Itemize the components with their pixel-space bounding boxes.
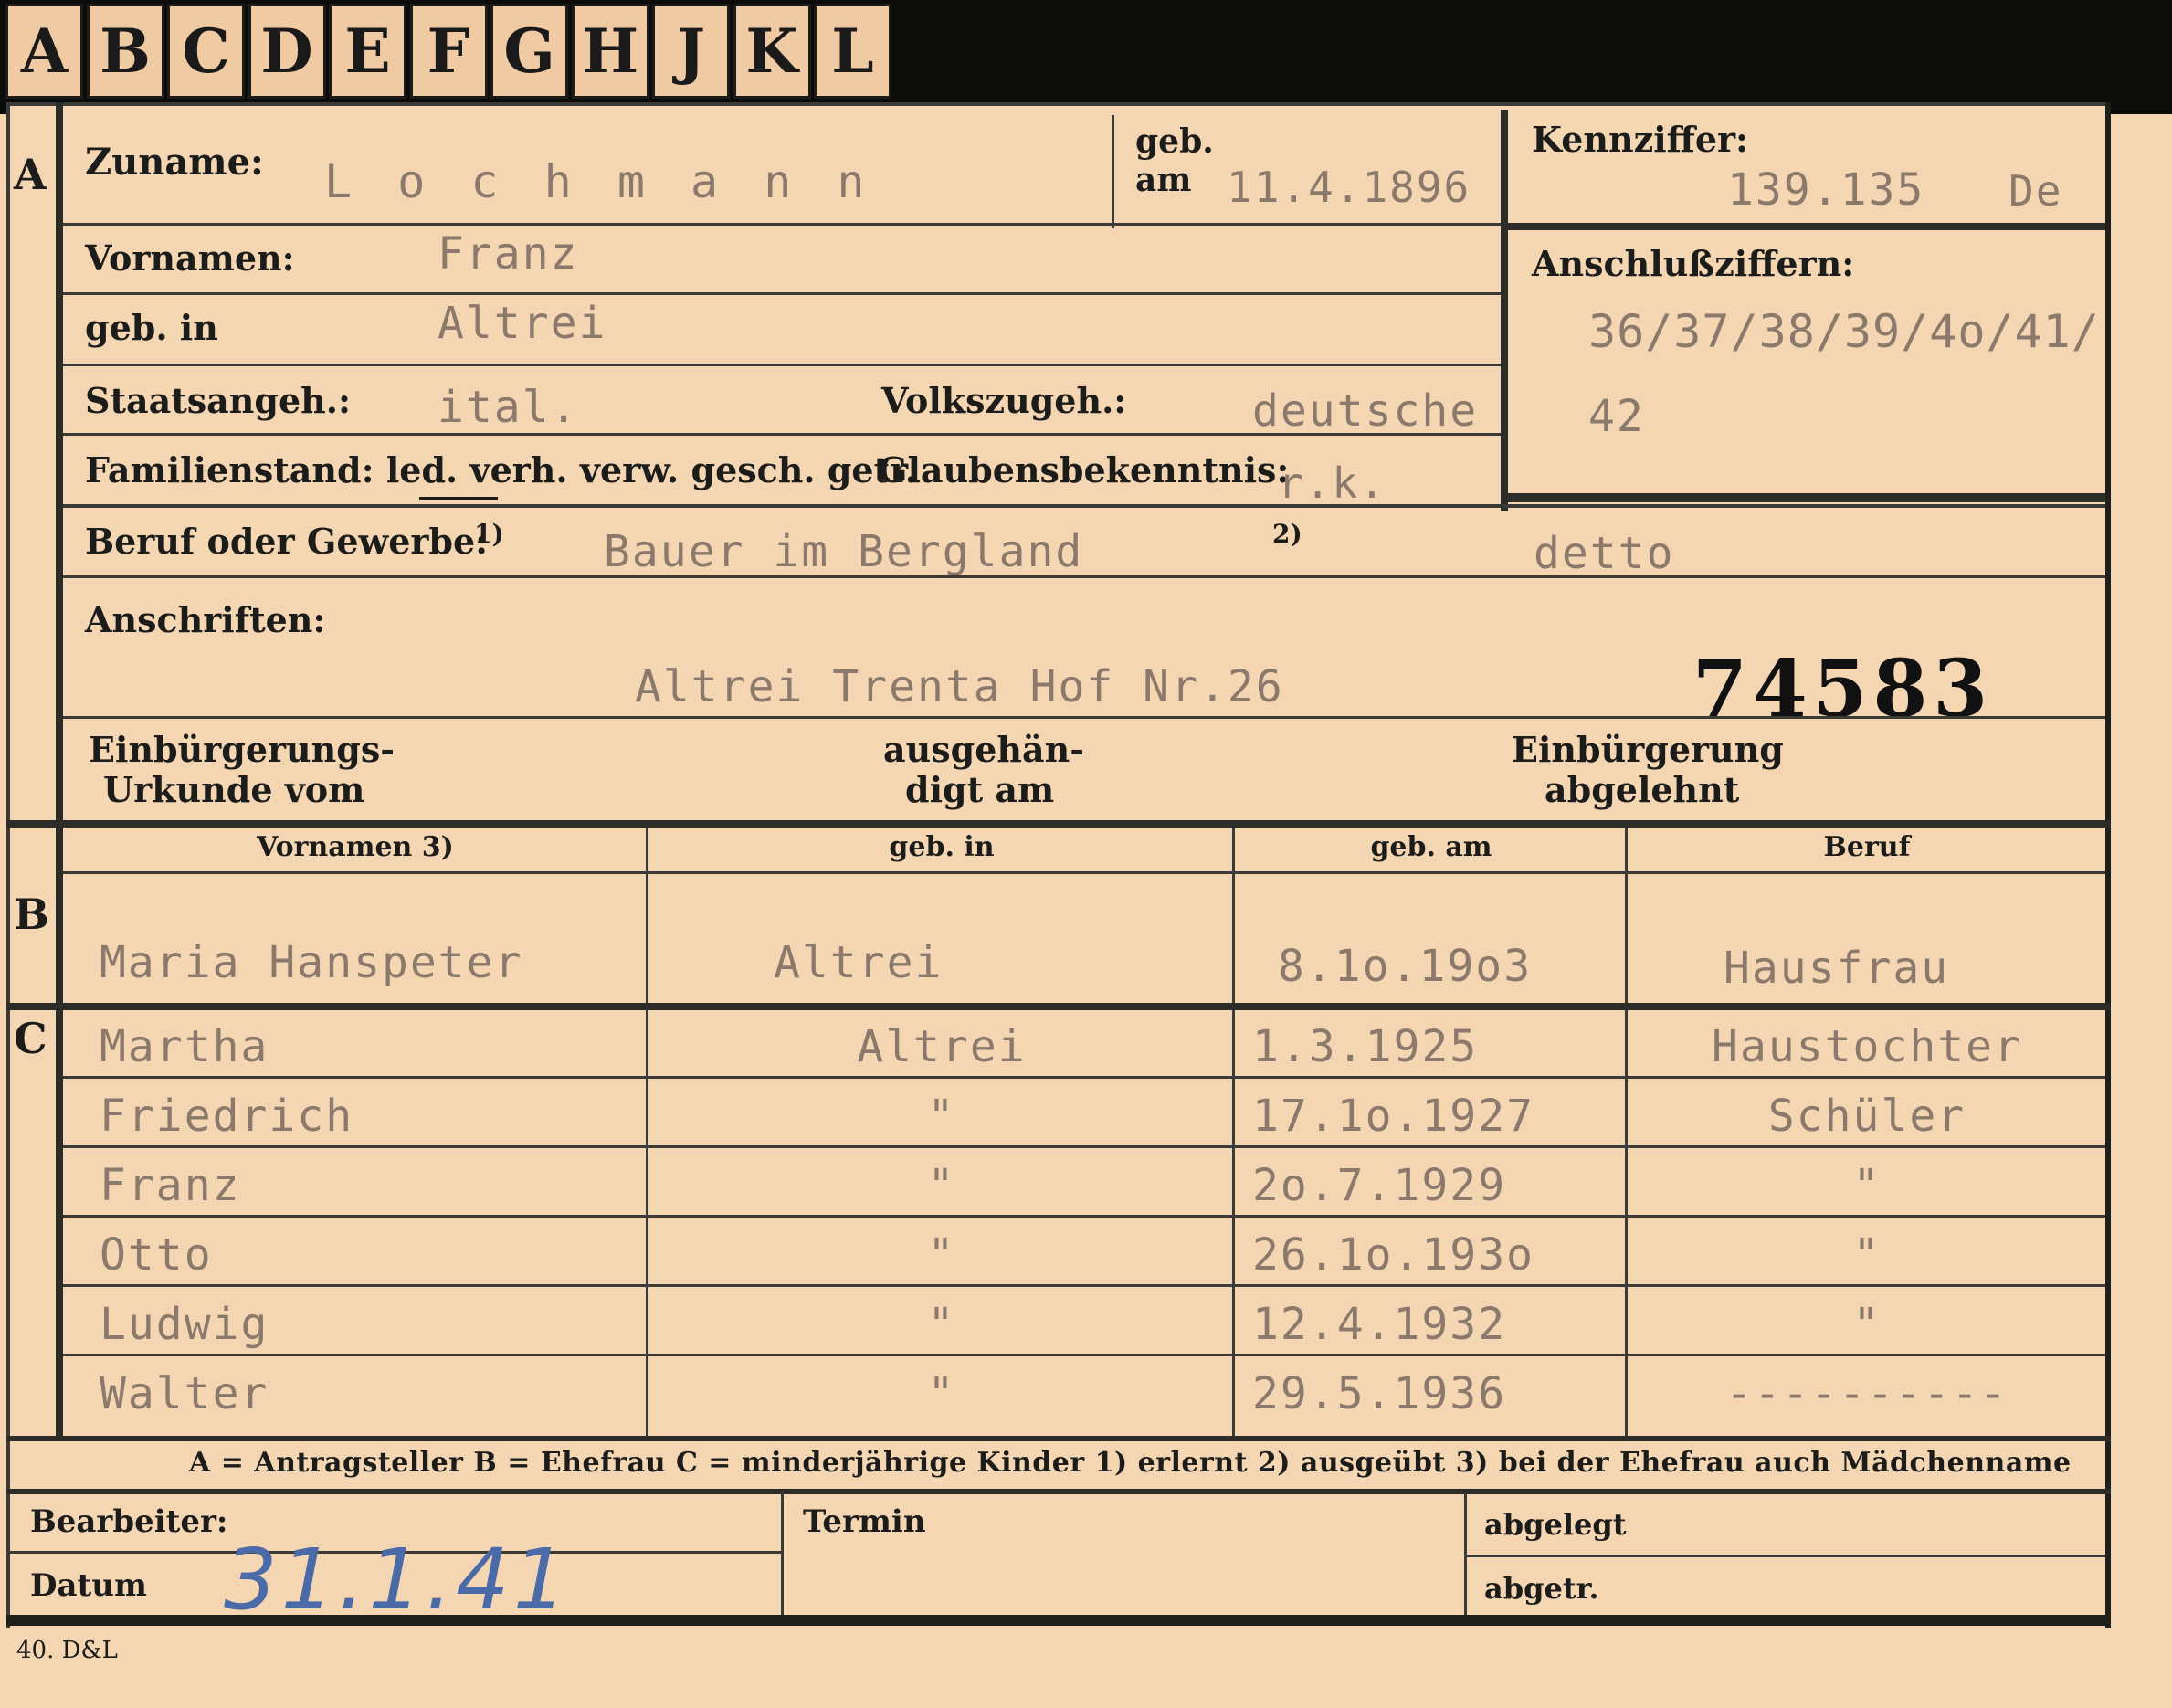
spouse-vornamen: Maria Hanspeter [100, 937, 523, 988]
einb-urkunde-label-1: Einbürgerungs- [89, 729, 395, 770]
beruf-ausgeuebt-value: detto [1534, 528, 1675, 579]
print-code: 40. D&L [16, 1637, 118, 1664]
kennziffer-label: Kennziffer: [1532, 119, 1749, 160]
row-divider [63, 1076, 2105, 1079]
col-header-geb-in: geb. in [889, 831, 995, 863]
geb-in-value: Altrei [438, 298, 607, 349]
index-tab-j: J [652, 4, 730, 99]
child-geb-in: " [927, 1229, 956, 1281]
child-geb-am: 26.1o.193o [1252, 1229, 1534, 1281]
spouse-geb-am: 8.1o.19o3 [1278, 941, 1533, 992]
anschrift-value: Altrei Trenta Hof Nr.26 [635, 661, 1284, 712]
geb-label: geb. [1135, 122, 1214, 161]
legend: A = Antragsteller B = Ehefrau C = minder… [189, 1447, 2072, 1479]
row-divider [63, 1145, 2105, 1148]
child-geb-in: " [927, 1160, 956, 1211]
child-vornamen: Otto [100, 1229, 213, 1281]
spouse-geb-in: Altrei [774, 937, 944, 988]
index-tab-f: F [409, 4, 488, 99]
vornamen-label: Vornamen: [85, 237, 295, 279]
anschluss-label: Anschlußziffern: [1532, 243, 1855, 284]
datum-handwritten: 31.1.41 [224, 1531, 571, 1629]
child-beruf: ---------- [1725, 1368, 2009, 1419]
child-vornamen: Martha [100, 1021, 269, 1072]
termin-label: Termin [803, 1503, 926, 1540]
ausgehaendigt-label-2: digt am [905, 769, 1055, 810]
am-label: am [1135, 161, 1192, 199]
anschluss-line2: 42 [1588, 391, 1645, 442]
anschriften-label: Anschriften: [85, 599, 326, 640]
beruf-label: Beruf oder Gewerbe: [85, 521, 489, 562]
glaube-label: Glaubensbekenntnis: [878, 449, 1290, 490]
einb-urkunde-label-2: Urkunde vom [103, 769, 365, 810]
footnote-2-marker: 2) [1272, 519, 1302, 549]
geb-in-label: geb. in [85, 307, 218, 348]
row-divider [63, 1354, 2105, 1356]
child-beruf: Schüler [1767, 1091, 1966, 1142]
child-geb-in: " [927, 1299, 956, 1350]
index-tab-d: D [248, 4, 326, 99]
index-tab-k: K [733, 4, 811, 99]
index-tab-l: L [814, 4, 891, 99]
child-beruf: " [1852, 1229, 1882, 1281]
child-beruf: " [1852, 1299, 1882, 1350]
index-tab-h: H [571, 4, 649, 99]
section-a-marker: A [14, 150, 47, 199]
index-tab-b: B [86, 4, 164, 99]
registration-card: A B C Zuname: L o c h m a n n geb. am 11… [6, 102, 2111, 1629]
volkszugeh-label: Volkszugeh.: [881, 380, 1127, 421]
spouse-beruf: Hausfrau [1724, 943, 1950, 994]
child-beruf: " [1852, 1160, 1882, 1211]
bearbeiter-label: Bearbeiter: [30, 1503, 228, 1540]
staatsangeh-label: Staatsangeh.: [85, 380, 352, 421]
child-geb-am: 29.5.1936 [1252, 1368, 1507, 1419]
child-beruf: Haustochter [1712, 1021, 2022, 1072]
section-c-marker: C [14, 1014, 47, 1063]
child-geb-am: 2o.7.1929 [1252, 1160, 1507, 1211]
beruf-erlernt-value: Bauer im Bergland [604, 526, 1084, 577]
col-header-vornamen: Vornamen 3) [257, 831, 454, 863]
anschluss-line1: 36/37/38/39/4o/41/ [1588, 305, 2100, 358]
child-geb-in: Altrei [857, 1021, 1027, 1072]
ausgehaendigt-label-1: ausgehän- [883, 729, 1085, 770]
child-vornamen: Ludwig [100, 1299, 269, 1350]
row-divider [63, 1215, 2105, 1218]
kennziffer-value: 139.135 [1727, 164, 1925, 216]
zuname-label: Zuname: [85, 141, 264, 184]
abgelehnt-label-1: Einbürgerung [1512, 729, 1784, 770]
abgetr-label: abgetr. [1484, 1571, 1599, 1606]
child-vornamen: Friedrich [100, 1091, 354, 1142]
col-header-beruf: Beruf [1823, 831, 1911, 863]
datum-label: Datum [30, 1567, 147, 1604]
stamp-number: 74583 [1692, 643, 1994, 735]
index-tab-e: E [329, 4, 406, 99]
familienstand-underline-verh [419, 497, 498, 500]
col-header-geb-am: geb. am [1370, 831, 1492, 863]
abgelegt-label: abgelegt [1484, 1507, 1627, 1542]
section-b-marker: B [14, 890, 49, 939]
footnote-1-marker: 1) [474, 519, 504, 549]
glaube-value: r.k. [1278, 459, 1386, 508]
index-tab-a: A [5, 4, 83, 99]
child-geb-in: " [927, 1091, 956, 1142]
familienstand-label: Familienstand: led. verh. verw. gesch. g… [85, 449, 917, 490]
abgelehnt-label-2: abgelehnt [1545, 769, 1740, 810]
zuname-value: L o c h m a n n [324, 155, 874, 208]
child-geb-in: " [927, 1368, 956, 1419]
child-geb-am: 17.1o.1927 [1252, 1091, 1534, 1142]
scan-background [0, 0, 2172, 114]
child-geb-am: 1.3.1925 [1252, 1021, 1479, 1072]
child-vornamen: Walter [100, 1368, 269, 1419]
geb-am-value: 11.4.1896 [1227, 163, 1471, 212]
index-tab-g: G [490, 4, 568, 99]
index-tab-c: C [167, 4, 245, 99]
kennziffer-suffix: De [2009, 166, 2063, 216]
vornamen-value: Franz [438, 228, 579, 279]
row-divider [63, 1284, 2105, 1287]
volkszugeh-value: deutsche [1252, 385, 1479, 437]
child-vornamen: Franz [100, 1160, 241, 1211]
child-geb-am: 12.4.1932 [1252, 1299, 1507, 1350]
staatsangeh-value: ital. [438, 382, 579, 433]
